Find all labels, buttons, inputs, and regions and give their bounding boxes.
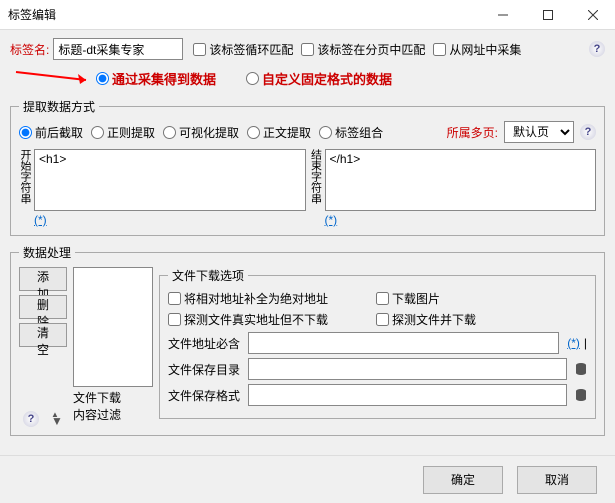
add-button[interactable]: 添加: [19, 267, 67, 291]
clear-button[interactable]: 清空: [19, 323, 67, 347]
minimize-button[interactable]: [480, 0, 525, 30]
extract-m4-radio[interactable]: 正文提取: [247, 124, 311, 141]
end-string-textarea[interactable]: </h1>: [325, 149, 597, 211]
process-legend: 数据处理: [19, 244, 75, 261]
file-dir-label: 文件保存目录: [168, 361, 248, 378]
wildcard-link[interactable]: (*): [567, 336, 580, 350]
ok-button[interactable]: 确定: [423, 466, 503, 494]
wildcard-link[interactable]: (*): [325, 213, 338, 227]
help-icon[interactable]: ?: [23, 411, 39, 427]
extract-m5-radio[interactable]: 标签组合: [319, 124, 383, 141]
end-string-label: 结束字符串: [310, 149, 321, 227]
file-dir-input[interactable]: [248, 358, 567, 380]
delete-button[interactable]: 删除: [19, 295, 67, 319]
main-panel: 标签名: 该标签循环匹配 该标签在分页中匹配 从网址中采集 ? 通过采集得到数据…: [0, 30, 615, 455]
window-title: 标签编辑: [8, 6, 480, 23]
file-addr-label: 文件地址必含: [168, 335, 248, 352]
tagname-input[interactable]: [53, 38, 183, 60]
fileopt-legend: 文件下载选项: [168, 267, 248, 284]
arrow-icon: [10, 66, 100, 90]
extract-legend: 提取数据方式: [19, 98, 99, 115]
extract-method-group: 提取数据方式 前后截取 正则提取 可视化提取 正文提取 标签组合 所属多页: 默…: [10, 98, 605, 236]
loop-match-checkbox[interactable]: 该标签循环匹配: [193, 41, 293, 58]
process-listbox[interactable]: [73, 267, 153, 387]
belong-label: 所属多页:: [447, 124, 498, 141]
start-string-textarea[interactable]: <h1>: [34, 149, 306, 211]
file-format-label: 文件保存格式: [168, 387, 248, 404]
mode-collect-radio[interactable]: 通过采集得到数据: [96, 69, 216, 88]
extract-m3-radio[interactable]: 可视化提取: [163, 124, 239, 141]
belong-select[interactable]: 默认页: [504, 121, 574, 143]
url-collect-checkbox[interactable]: 从网址中采集: [433, 41, 521, 58]
data-process-group: 数据处理 添加 删除 清空 ? ▲▼ 文件下载 内容过滤 文件下载选项 将: [10, 244, 605, 436]
download-image-checkbox[interactable]: 下载图片: [376, 290, 440, 307]
wildcard-link[interactable]: (*): [34, 213, 47, 227]
maximize-button[interactable]: [525, 0, 570, 30]
mode-custom-radio[interactable]: 自定义固定格式的数据: [246, 69, 392, 88]
extract-m1-radio[interactable]: 前后截取: [19, 124, 83, 141]
cancel-button[interactable]: 取消: [517, 466, 597, 494]
db-icon[interactable]: [575, 388, 587, 402]
titlebar: 标签编辑: [0, 0, 615, 30]
db-icon[interactable]: [575, 362, 587, 376]
file-addr-input[interactable]: [248, 332, 559, 354]
extract-m2-radio[interactable]: 正则提取: [91, 124, 155, 141]
abs-address-checkbox[interactable]: 将相对地址补全为绝对地址: [168, 290, 368, 307]
file-format-input[interactable]: [248, 384, 567, 406]
start-string-label: 开始字符串: [19, 149, 30, 227]
up-down-icon[interactable]: ▲▼: [51, 411, 63, 427]
page-match-checkbox[interactable]: 该标签在分页中匹配: [301, 41, 425, 58]
file-download-label: 文件下载: [73, 389, 153, 406]
help-icon[interactable]: ?: [580, 124, 596, 140]
pipe-text: |: [584, 336, 587, 350]
file-download-options-group: 文件下载选项 将相对地址补全为绝对地址 下载图片 探测文件真实地址但不下载 探测…: [159, 267, 596, 419]
tagname-label: 标签名:: [10, 41, 49, 58]
content-filter-label: 内容过滤: [73, 406, 153, 423]
help-icon[interactable]: ?: [589, 41, 605, 57]
probe-dl-checkbox[interactable]: 探测文件并下载: [376, 311, 476, 328]
probe-nodl-checkbox[interactable]: 探测文件真实地址但不下载: [168, 311, 368, 328]
close-button[interactable]: [570, 0, 615, 30]
footer: 确定 取消: [0, 455, 615, 503]
